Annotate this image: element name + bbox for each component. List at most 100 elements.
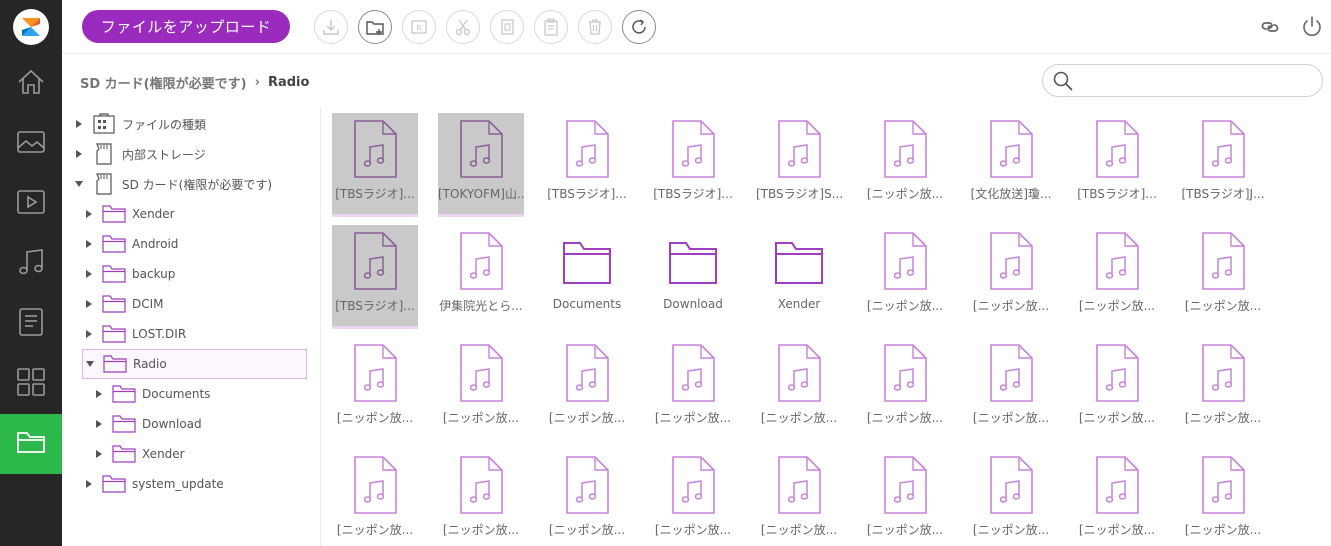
new-folder-button[interactable]	[358, 10, 392, 44]
refresh-button[interactable]	[622, 10, 656, 44]
file-name: [ニッポン放...	[866, 411, 944, 425]
tree-item[interactable]: backup	[84, 259, 307, 289]
folder-icon	[102, 203, 126, 225]
rename-button[interactable]: R	[402, 10, 436, 44]
tree-item[interactable]: Radio	[82, 349, 307, 379]
file-tile[interactable]: [ニッポン放...	[756, 449, 842, 546]
folder-tile[interactable]: Download	[650, 225, 736, 329]
caret-down-icon[interactable]	[74, 178, 84, 190]
tree-item[interactable]: Xender	[84, 199, 307, 229]
file-name: [TBSラジオ]...	[1077, 187, 1157, 201]
tree-item[interactable]: ファイルの種類	[74, 109, 307, 139]
sidebar-item-home[interactable]	[0, 54, 62, 114]
sd-card-icon	[92, 173, 116, 195]
power-icon[interactable]	[1297, 12, 1327, 42]
caret-right-icon[interactable]	[84, 268, 94, 280]
caret-down-icon[interactable]	[85, 358, 95, 370]
audio-file-icon	[774, 343, 824, 403]
file-tile[interactable]: [ニッポン放...	[1180, 449, 1266, 546]
tree-item[interactable]: LOST.DIR	[84, 319, 307, 349]
file-tile[interactable]: [ニッポン放...	[862, 113, 948, 217]
file-tile[interactable]: [ニッポン放...	[862, 449, 948, 546]
file-tile[interactable]: [ニッポン放...	[1180, 225, 1266, 329]
file-tile[interactable]: [ニッポン放...	[650, 337, 736, 441]
caret-right-icon[interactable]	[74, 118, 84, 130]
file-tile[interactable]: [TBSラジオ]J...	[1180, 113, 1266, 217]
file-tile[interactable]: [ニッポン放...	[1074, 449, 1160, 546]
folder-tile[interactable]: Xender	[756, 225, 842, 329]
caret-right-icon[interactable]	[84, 478, 94, 490]
sidebar-item-image[interactable]	[0, 114, 62, 174]
tree-item[interactable]: Download	[94, 409, 307, 439]
file-tile[interactable]: [ニッポン放...	[544, 449, 630, 546]
file-tile[interactable]: [ニッポン放...	[968, 337, 1054, 441]
file-tile[interactable]: [ニッポン放...	[544, 337, 630, 441]
caret-right-icon[interactable]	[94, 418, 104, 430]
upload-file-button[interactable]: ファイルをアップロード	[82, 10, 290, 43]
file-tile[interactable]: [ニッポン放...	[968, 449, 1054, 546]
caret-right-icon[interactable]	[94, 448, 104, 460]
file-tile[interactable]: [ニッポン放...	[862, 225, 948, 329]
audio-file-icon	[880, 231, 930, 291]
file-tile[interactable]: [ニッポン放...	[332, 449, 418, 546]
file-tile[interactable]: [ニッポン放...	[756, 337, 842, 441]
cut-button[interactable]	[446, 10, 480, 44]
file-tile[interactable]: [TOKYOFM]山...	[438, 113, 524, 217]
caret-right-icon[interactable]	[94, 388, 104, 400]
sidebar-item-document[interactable]	[0, 294, 62, 354]
copy-icon	[501, 19, 514, 35]
tree-item[interactable]: Android	[84, 229, 307, 259]
search-box[interactable]	[1042, 64, 1323, 97]
folder-tile[interactable]: Documents	[544, 225, 630, 329]
file-tile[interactable]: 伊集院光とら...	[438, 225, 524, 329]
search-input[interactable]	[1081, 70, 1311, 92]
link-icon[interactable]	[1255, 12, 1285, 42]
file-tile[interactable]: [ニッポン放...	[1074, 337, 1160, 441]
copy-button[interactable]	[490, 10, 524, 44]
left-rail	[0, 0, 62, 546]
paste-button[interactable]	[534, 10, 568, 44]
file-name: [ニッポン放...	[760, 411, 838, 425]
tree-item[interactable]: 内部ストレージ	[74, 139, 307, 169]
file-tile[interactable]: [TBSラジオ]...	[1074, 113, 1160, 217]
tree-item-label: SD カード(権限が必要です)	[122, 177, 273, 192]
file-name: [TBSラジオ]...	[335, 299, 415, 313]
caret-right-icon[interactable]	[84, 298, 94, 310]
caret-right-icon[interactable]	[84, 208, 94, 220]
sidebar-item-apps[interactable]	[0, 354, 62, 414]
folder-icon	[102, 323, 126, 345]
caret-right-icon[interactable]	[84, 238, 94, 250]
file-tile[interactable]: [ニッポン放...	[438, 449, 524, 546]
file-tile[interactable]: [TBSラジオ]...	[332, 113, 418, 217]
file-name: [TBSラジオ]...	[653, 187, 733, 201]
file-tile[interactable]: [ニッポン放...	[438, 337, 524, 441]
tree-item[interactable]: Documents	[94, 379, 307, 409]
delete-button[interactable]	[578, 10, 612, 44]
file-tile[interactable]: [文化放送]瓊...	[968, 113, 1054, 217]
sidebar-item-folder[interactable]	[0, 414, 62, 474]
file-tile[interactable]: [ニッポン放...	[862, 337, 948, 441]
file-tile[interactable]: [ニッポン放...	[332, 337, 418, 441]
file-tile[interactable]: [TBSラジオ]...	[544, 113, 630, 217]
file-tile[interactable]: [ニッポン放...	[1074, 225, 1160, 329]
file-tile[interactable]: [TBSラジオ]...	[332, 225, 418, 329]
sidebar-item-video[interactable]	[0, 174, 62, 234]
audio-file-icon	[986, 343, 1036, 403]
file-types-icon	[92, 113, 116, 135]
sidebar-item-music[interactable]	[0, 234, 62, 294]
file-tile[interactable]: [ニッポン放...	[968, 225, 1054, 329]
file-tile[interactable]: [TBSラジオ]S...	[756, 113, 842, 217]
caret-right-icon[interactable]	[84, 328, 94, 340]
file-tile[interactable]: [ニッポン放...	[650, 449, 736, 546]
download-button[interactable]	[314, 10, 348, 44]
tree-item[interactable]: SD カード(権限が必要です)	[74, 169, 307, 199]
caret-right-icon[interactable]	[74, 148, 84, 160]
file-tile[interactable]: [TBSラジオ]...	[650, 113, 736, 217]
file-tile[interactable]: [ニッポン放...	[1180, 337, 1266, 441]
audio-file-icon	[880, 455, 930, 515]
tree-item[interactable]: Xender	[94, 439, 307, 469]
tree-item[interactable]: system_update	[84, 469, 307, 499]
file-name: [ニッポン放...	[1184, 299, 1262, 313]
breadcrumb-parent[interactable]: SD カード(権限が必要です)	[80, 73, 247, 92]
tree-item[interactable]: DCIM	[84, 289, 307, 319]
